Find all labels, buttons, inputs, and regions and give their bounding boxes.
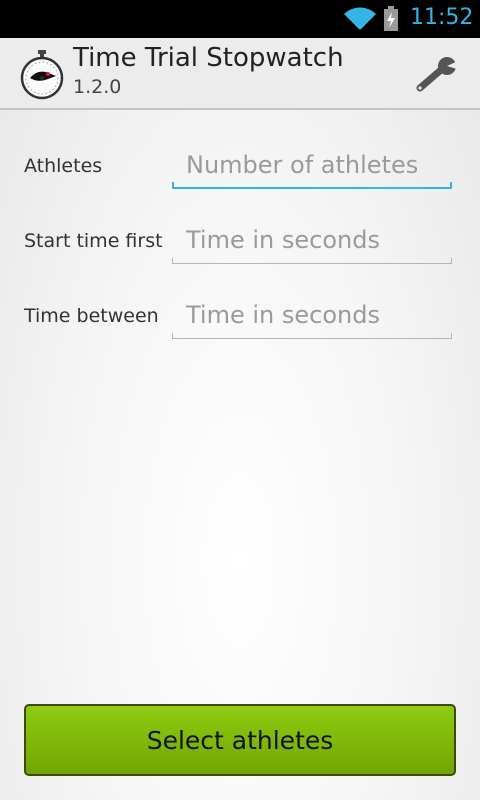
app-version: 1.2.0 [73, 76, 122, 98]
start-time-first-label: Start time first [24, 230, 163, 252]
wifi-icon [344, 7, 376, 30]
athletes-input-underline [172, 182, 452, 189]
action-bar: Time Trial Stopwatch 1.2.0 [0, 38, 480, 110]
time-between-label: Time between [24, 305, 159, 327]
battery-charging-icon [384, 6, 398, 31]
status-clock: 11:52 [410, 5, 474, 30]
athletes-label: Athletes [24, 155, 103, 177]
select-athletes-button[interactable]: Select athletes [24, 704, 456, 776]
athletes-input[interactable] [172, 147, 452, 183]
stopwatch-icon[interactable] [20, 50, 64, 100]
time-between-underline [172, 333, 452, 339]
app-title: Time Trial Stopwatch [73, 43, 344, 73]
wrench-icon[interactable] [414, 56, 460, 92]
start-time-first-input[interactable] [172, 222, 452, 258]
time-between-input[interactable] [172, 297, 452, 333]
status-bar: 11:52 [0, 0, 480, 38]
start-time-first-underline [172, 258, 452, 264]
